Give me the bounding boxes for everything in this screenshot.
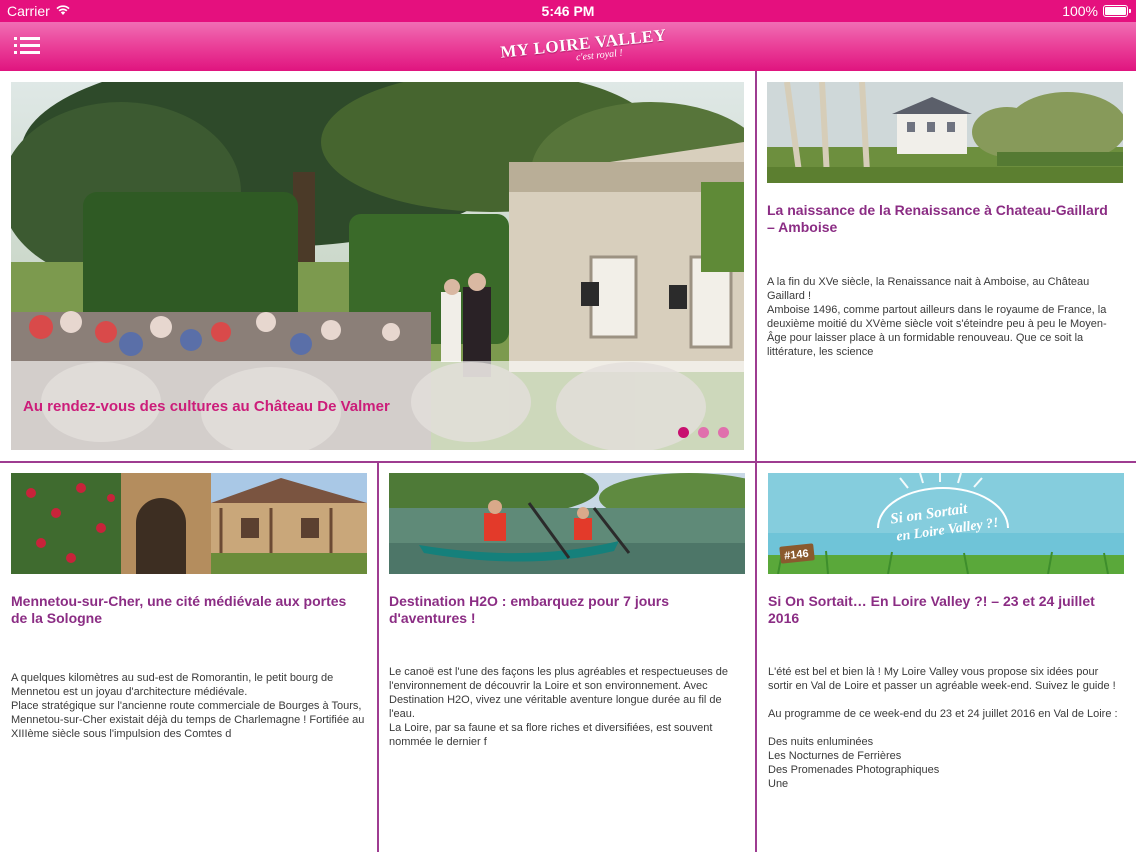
article-title: Mennetou-sur-Cher, une cité médiévale au… [11, 593, 347, 626]
article-paragraph: Amboise 1496, comme partout ailleurs dan… [767, 304, 1107, 358]
article-excerpt: L'été est bel et bien là ! My Loire Vall… [768, 665, 1124, 791]
grid-divider [0, 461, 1136, 463]
slider-dot[interactable] [698, 427, 709, 438]
article-card[interactable]: Destination H2O : embarquez pour 7 jours… [389, 473, 745, 848]
grid-divider [755, 463, 757, 852]
article-excerpt: A la fin du XVe siècle, la Renaissance n… [767, 275, 1123, 359]
article-title: La naissance de la Renaissance à Chateau… [767, 202, 1108, 235]
article-thumbnail: Si on Sortait en Loire Valley ?! #146 [768, 473, 1124, 574]
article-excerpt: A quelques kilomètres au sud-est de Romo… [11, 671, 367, 741]
article-card[interactable]: Si on Sortait en Loire Valley ?! #146 Si… [768, 473, 1124, 848]
grid-divider [755, 71, 757, 463]
article-excerpt: Le canoë est l'une des façons les plus a… [389, 665, 745, 749]
slider-dot[interactable] [718, 427, 729, 438]
article-thumbnail [767, 82, 1123, 183]
issue-tag: #146 [784, 548, 810, 562]
article-title: Destination H2O : embarquez pour 7 jours… [389, 593, 670, 626]
article-paragraph: Une [768, 778, 789, 790]
article-paragraph: Le canoë est l'une des façons les plus a… [389, 666, 729, 720]
grid-divider [377, 463, 379, 852]
menu-button[interactable] [14, 35, 40, 57]
article-paragraph: La Loire, par sa faune et sa flore riche… [389, 722, 713, 748]
article-card[interactable]: Mennetou-sur-Cher, une cité médiévale au… [11, 473, 367, 848]
battery-percentage: 100% [1062, 3, 1098, 19]
article-card[interactable]: La naissance de la Renaissance à Chateau… [767, 82, 1123, 452]
article-paragraph: Des Promenades Photographiques [768, 764, 940, 776]
slider-pagination [678, 425, 738, 438]
article-thumbnail [389, 473, 745, 574]
article-paragraph: L'été est bel et bien là ! My Loire Vall… [768, 666, 1116, 692]
article-paragraph: Place stratégique sur l'ancienne route c… [11, 700, 365, 740]
article-paragraph: A la fin du XVe siècle, la Renaissance n… [767, 276, 1090, 302]
article-paragraph: Au programme de ce week-end du 23 et 24 … [768, 708, 1118, 720]
featured-caption: Au rendez-vous des cultures au Château D… [23, 398, 390, 415]
clock: 5:46 PM [541, 3, 595, 19]
status-bar: Carrier 5:46 PM 100% [0, 0, 1136, 22]
battery-icon [1103, 5, 1131, 17]
slider-dot[interactable] [678, 427, 689, 438]
article-paragraph: A quelques kilomètres au sud-est de Romo… [11, 672, 334, 698]
article-thumbnail [11, 473, 367, 574]
article-title: Si On Sortait… En Loire Valley ?! – 23 e… [768, 593, 1095, 626]
nav-bar: MY LOIRE VALLEY c'est royal ! [0, 22, 1136, 71]
app-logo[interactable]: MY LOIRE VALLEY c'est royal ! [499, 25, 667, 66]
featured-slider[interactable]: Au rendez-vous des cultures au Château D… [11, 82, 744, 450]
article-paragraph: Des nuits enluminées [768, 736, 874, 748]
article-paragraph: Les Nocturnes de Ferrières [768, 750, 902, 762]
